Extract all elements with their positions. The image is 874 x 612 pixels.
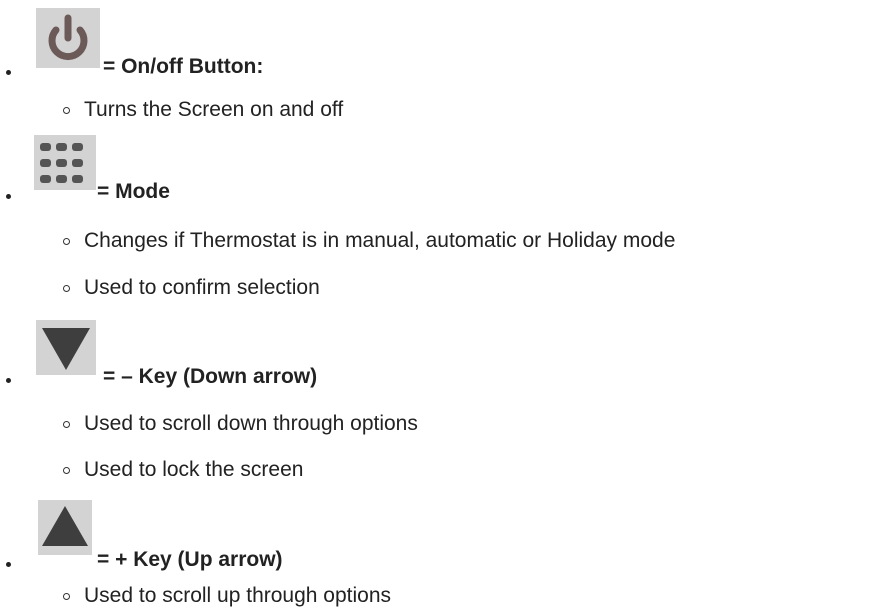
sub-item-text: Used to scroll down through options xyxy=(84,412,418,435)
circle-bullet xyxy=(63,421,70,428)
grid-icon xyxy=(34,135,96,190)
sub-item: Changes if Thermostat is in manual, auto… xyxy=(63,229,676,253)
bullet xyxy=(6,562,11,567)
sub-item: Used to scroll down through options xyxy=(63,412,418,436)
sub-item-text: Changes if Thermostat is in manual, auto… xyxy=(84,229,676,252)
item-heading: = Mode xyxy=(97,180,170,203)
sub-item-text: Used to confirm selection xyxy=(84,276,320,299)
circle-bullet xyxy=(63,238,70,245)
bullet xyxy=(6,194,11,199)
sub-item: Turns the Screen on and off xyxy=(63,98,344,122)
sub-item-text: Turns the Screen on and off xyxy=(84,98,344,121)
circle-bullet xyxy=(63,593,70,600)
circle-bullet xyxy=(63,107,70,114)
sub-item-text: Used to lock the screen xyxy=(84,458,304,481)
item-heading: = + Key (Up arrow) xyxy=(97,548,283,571)
circle-bullet xyxy=(63,467,70,474)
bullet xyxy=(6,378,11,383)
item-heading: = On/off Button: xyxy=(103,55,264,78)
bullet xyxy=(6,70,11,75)
up-arrow-icon xyxy=(38,500,92,555)
down-arrow-icon xyxy=(36,320,96,375)
circle-bullet xyxy=(63,285,70,292)
power-icon xyxy=(36,8,100,68)
sub-item: Used to lock the screen xyxy=(63,458,304,482)
sub-item: Used to scroll up through options xyxy=(63,584,392,608)
item-heading: = – Key (Down arrow) xyxy=(103,365,318,388)
sub-item: Used to confirm selection xyxy=(63,276,320,300)
sub-item-text: Used to scroll up through options xyxy=(84,584,392,607)
